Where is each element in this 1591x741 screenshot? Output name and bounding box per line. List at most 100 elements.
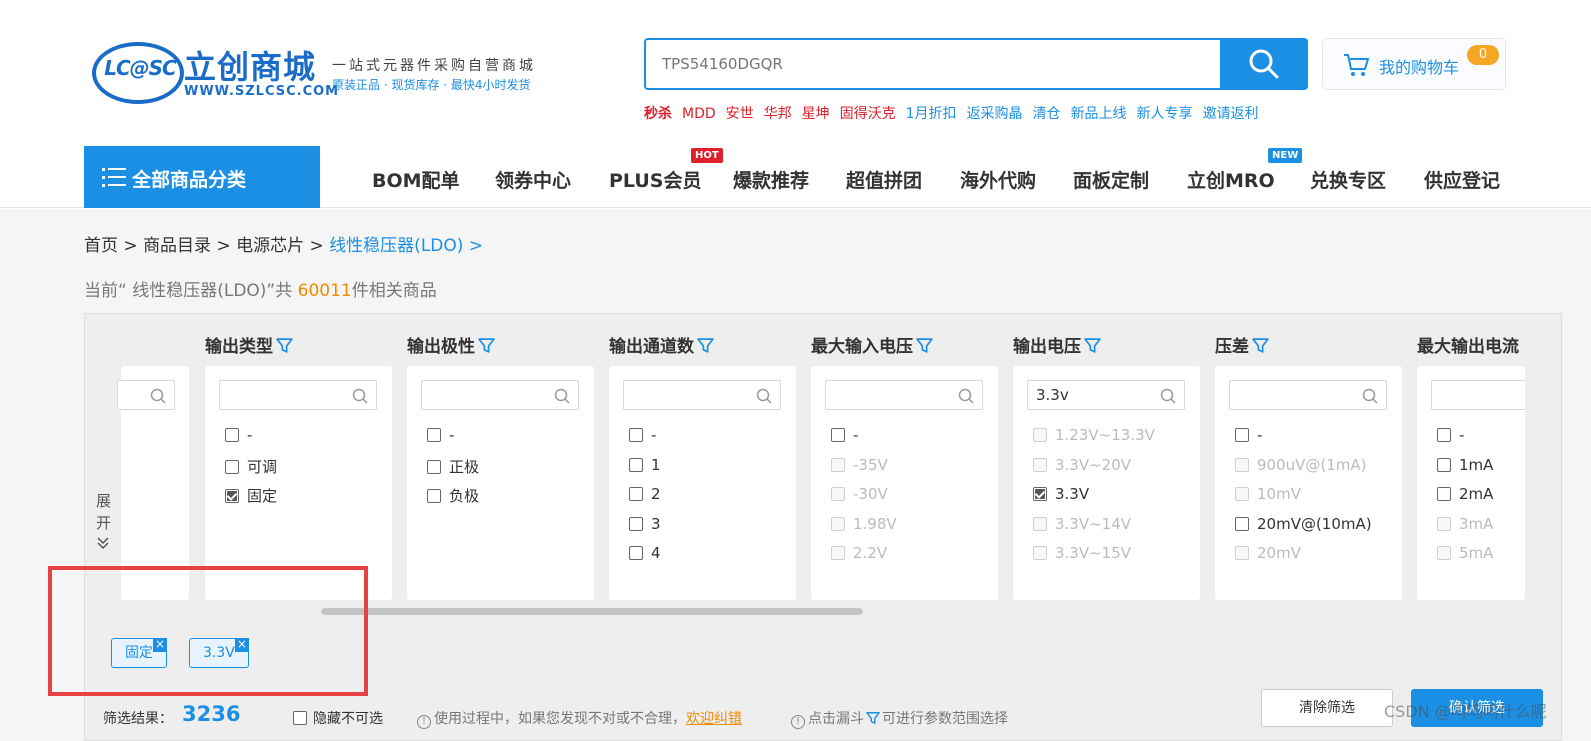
all-categories-label: 全部商品分类 <box>132 169 247 191</box>
hide-unselectable-checkbox[interactable]: 隐藏不可选 <box>293 708 383 728</box>
funnel-icon[interactable] <box>276 337 293 354</box>
hot-link[interactable]: 固得沃克 <box>840 106 896 122</box>
checkbox[interactable] <box>427 459 441 474</box>
filter-search-input[interactable] <box>1431 380 1525 410</box>
hot-link[interactable]: 新品上线 <box>1071 106 1127 122</box>
funnel-icon[interactable] <box>478 337 495 354</box>
funnel-icon[interactable] <box>1252 337 1269 354</box>
funnel-icon[interactable] <box>1084 337 1101 354</box>
cart-button[interactable]: 我的购物车 0 <box>1322 38 1506 90</box>
nav-item-exchange[interactable]: 兑换专区 <box>1310 166 1386 193</box>
checkbox[interactable] <box>831 428 845 442</box>
logo-tagline: 原装正品 · 现货库存 · 最快4小时发货 <box>332 78 531 92</box>
site-logo[interactable]: LC@SC 立创商城 WWW.SZLCSC.COM 一站式元器件采购自营商城 原… <box>92 40 552 106</box>
checkbox[interactable] <box>629 546 643 560</box>
nav-item-panel[interactable]: 面板定制 <box>1073 166 1149 193</box>
column-title-text: 压差 <box>1215 337 1249 357</box>
nav-item-recommend[interactable]: 爆款推荐 <box>733 166 809 193</box>
checkbox[interactable] <box>1437 457 1451 472</box>
checkbox[interactable] <box>427 489 441 503</box>
filter-column: - 正极负极 <box>407 366 594 600</box>
filter-option-label: 10mV <box>1257 485 1301 503</box>
hot-link[interactable]: 1月折扣 <box>906 106 957 122</box>
filter-search-input[interactable] <box>421 380 579 410</box>
hot-link[interactable]: MDD <box>682 106 716 122</box>
checkbox[interactable] <box>225 489 239 503</box>
checkbox[interactable] <box>1437 428 1451 442</box>
expand-toggle[interactable]: 展开 <box>91 490 115 556</box>
checkbox[interactable] <box>225 459 239 474</box>
filter-option[interactable]: 2 <box>629 485 661 503</box>
nav-item-coupons[interactable]: 领券中心 <box>495 166 571 193</box>
filter-option[interactable]: 可调 <box>225 456 277 477</box>
funnel-icon[interactable] <box>916 337 933 354</box>
hot-link[interactable]: 邀请返利 <box>1203 106 1259 122</box>
checkbox-box[interactable] <box>293 711 307 725</box>
clear-filter-button[interactable]: 清除筛选 <box>1261 689 1393 727</box>
checkbox[interactable] <box>225 428 239 442</box>
nav-item-group-buy[interactable]: 超值拼团 <box>846 166 922 193</box>
filter-option[interactable]: 正极 <box>427 456 479 477</box>
nav-item-overseas[interactable]: 海外代购 <box>960 166 1036 193</box>
filter-option[interactable]: 1mA <box>1437 456 1493 474</box>
filter-option[interactable]: - <box>225 426 252 444</box>
breadcrumb-catalog[interactable]: 商品目录 <box>143 236 211 256</box>
filter-option[interactable]: 固定 <box>225 485 277 506</box>
filter-option[interactable]: 3.3V <box>1033 485 1089 503</box>
hot-link[interactable]: 返采购晶 <box>967 106 1023 122</box>
highlight-annotation-box <box>48 566 368 696</box>
checkbox[interactable] <box>1235 516 1249 531</box>
hot-link[interactable]: 星坤 <box>802 106 830 122</box>
hot-link[interactable]: 华邦 <box>764 106 792 122</box>
hot-link[interactable]: 新人专享 <box>1137 106 1193 122</box>
nav-item-plus[interactable]: PLUS会员 <box>609 166 701 193</box>
filter-option-label: 1 <box>651 455 661 474</box>
breadcrumb-category[interactable]: 电源芯片 <box>236 236 304 256</box>
search-input[interactable] <box>646 40 1220 88</box>
checkbox[interactable] <box>1235 428 1249 442</box>
breadcrumb-home[interactable]: 首页 <box>84 236 118 256</box>
filter-option-label: - <box>1257 426 1263 444</box>
filter-option-label: - <box>853 426 859 444</box>
checkbox[interactable] <box>629 428 643 442</box>
hide-unselectable-label: 隐藏不可选 <box>313 711 383 727</box>
filter-option[interactable]: - <box>427 426 454 444</box>
filter-search-input[interactable] <box>1229 380 1387 410</box>
report-error-link[interactable]: 欢迎纠错 <box>686 711 742 727</box>
filter-option[interactable]: 3 <box>629 515 661 533</box>
search-button[interactable] <box>1220 38 1308 90</box>
checkbox[interactable] <box>1033 487 1047 501</box>
filter-option[interactable]: - <box>1437 426 1464 444</box>
filter-search-input[interactable] <box>219 380 377 410</box>
checkbox[interactable] <box>629 516 643 531</box>
filter-option[interactable]: - <box>1235 426 1262 444</box>
filter-search-input[interactable] <box>623 380 781 410</box>
filter-option[interactable]: 20mV@(10mA) <box>1235 515 1372 533</box>
hot-link[interactable]: 秒杀 <box>644 106 672 122</box>
breadcrumb-current[interactable]: 线性稳压器(LDO) <box>329 236 463 256</box>
checkbox[interactable] <box>1437 487 1451 501</box>
filter-option[interactable]: 4 <box>629 544 661 562</box>
scrollbar-thumb[interactable] <box>321 608 863 615</box>
filter-search-input[interactable] <box>117 380 175 410</box>
hot-link[interactable]: 清仓 <box>1033 106 1061 122</box>
all-categories-button[interactable]: 全部商品分类 <box>84 146 320 208</box>
filter-option[interactable]: - <box>831 426 858 444</box>
hot-link[interactable]: 安世 <box>726 106 754 122</box>
nav-item-supply[interactable]: 供应登记 <box>1424 166 1500 193</box>
filter-option[interactable]: 1 <box>629 456 661 474</box>
filter-option[interactable]: - <box>629 426 656 444</box>
checkbox[interactable] <box>427 428 441 442</box>
result-label: 筛选结果： <box>103 711 173 727</box>
checkbox[interactable] <box>629 457 643 472</box>
filter-option[interactable]: 2mA <box>1437 485 1493 503</box>
filter-option[interactable]: 负极 <box>427 485 479 506</box>
filter-search-input[interactable] <box>825 380 983 410</box>
checkbox <box>831 546 845 560</box>
checkbox[interactable] <box>629 487 643 501</box>
nav-item-mro[interactable]: 立创MRO <box>1187 166 1275 193</box>
funnel-icon[interactable] <box>697 337 714 354</box>
filter-option: 3.3V~14V <box>1033 515 1131 533</box>
filter-search-input[interactable]: 3.3v <box>1027 380 1185 410</box>
nav-item-bom[interactable]: BOM配单 <box>372 166 460 193</box>
